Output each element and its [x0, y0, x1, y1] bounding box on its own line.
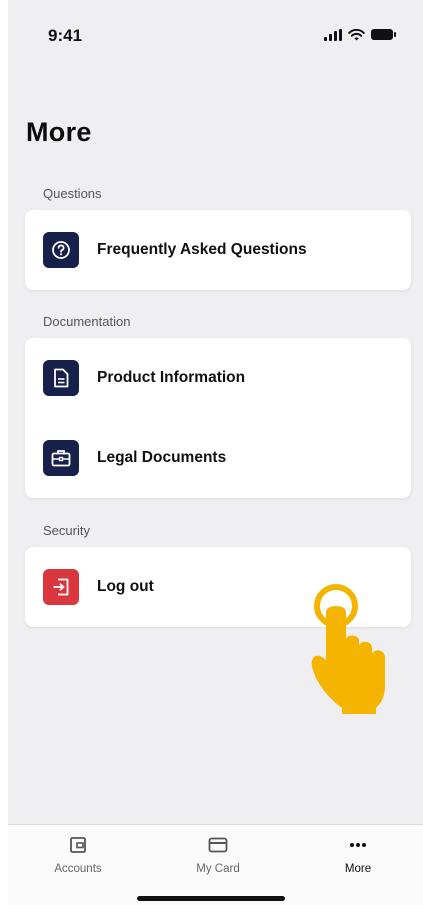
tab-my-card[interactable]: My Card [168, 835, 268, 875]
tab-more-label: More [344, 863, 372, 875]
card-icon [168, 835, 268, 855]
product-information-row[interactable]: Product Information [25, 338, 411, 418]
section-label-documentation: Documentation [43, 314, 131, 329]
wallet-icon [28, 835, 128, 855]
document-icon [43, 360, 79, 396]
questions-card: Frequently Asked Questions [25, 210, 411, 290]
page-title: More [26, 117, 92, 147]
screen: 9:41 More Questions Frequently Asked Que… [8, 0, 423, 905]
section-label-security: Security [43, 523, 90, 538]
legal-documents-row[interactable]: Legal Documents [25, 418, 411, 498]
wifi-icon [348, 28, 365, 41]
logout-icon [43, 569, 79, 605]
legal-documents-label: Legal Documents [97, 449, 227, 466]
tab-accounts-label: Accounts [54, 863, 102, 875]
tap-hand-icon [311, 584, 385, 714]
home-indicator [137, 896, 285, 901]
tab-my-card-label: My Card [196, 863, 240, 875]
faq-label: Frequently Asked Questions [97, 241, 307, 258]
tab-accounts[interactable]: Accounts [28, 835, 128, 875]
product-information-label: Product Information [97, 369, 246, 386]
status-icons [324, 28, 396, 41]
more-dots-icon [308, 835, 408, 855]
battery-icon [371, 29, 396, 40]
faq-row[interactable]: Frequently Asked Questions [25, 210, 411, 290]
status-time: 9:41 [48, 26, 83, 45]
section-label-questions: Questions [43, 186, 102, 201]
documentation-card: Product Information Legal Documents [25, 338, 411, 498]
tab-bar: Accounts My Card More [8, 824, 423, 905]
briefcase-icon [43, 440, 79, 476]
tab-more[interactable]: More [308, 835, 408, 875]
logout-label: Log out [97, 578, 154, 595]
question-circle-icon [43, 232, 79, 268]
cellular-signal-icon [324, 28, 342, 41]
